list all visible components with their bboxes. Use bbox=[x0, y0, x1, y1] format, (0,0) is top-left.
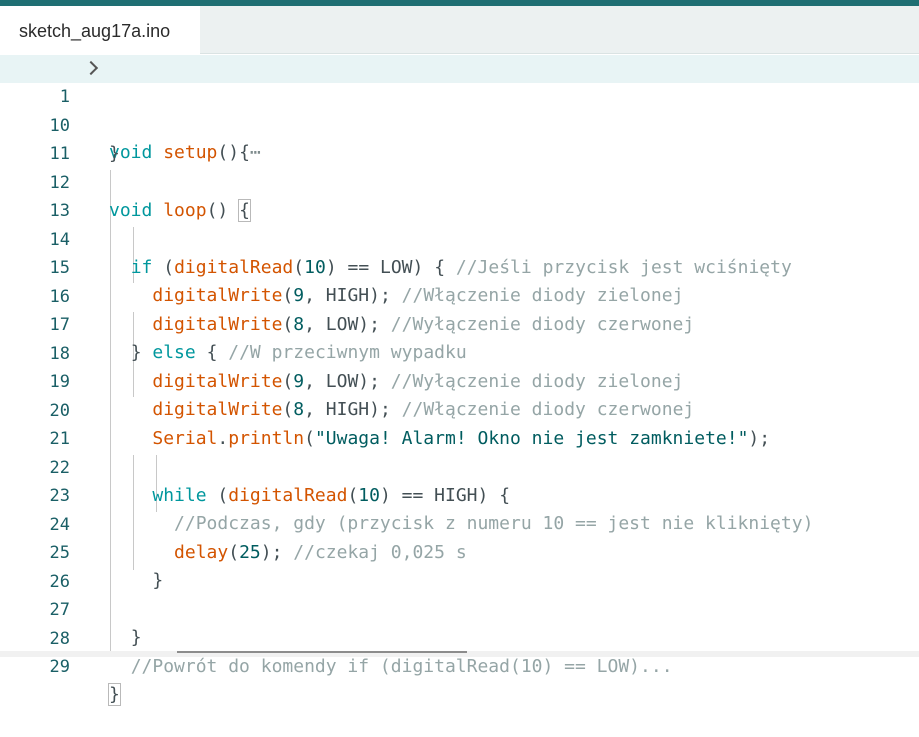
code-line: 23 //Podczas, gdy (przycisk z numeru 10 … bbox=[0, 454, 919, 534]
code-line: 12 void loop() { bbox=[0, 141, 919, 222]
code-line: 25 } bbox=[0, 511, 919, 591]
code-line: 19 digitalWrite(8, HIGH); //Włączenie di… bbox=[0, 340, 919, 420]
code-line: 14 if (digitalRead(10) == LOW) { //Jeśli… bbox=[0, 198, 919, 278]
code-line: 26 bbox=[0, 540, 919, 592]
code-line: 15 digitalWrite(9, HIGH); //Włączenie di… bbox=[0, 226, 919, 306]
code-editor[interactable]: 1 void setup(){⋯ 10 } 11 12 void loop() … bbox=[0, 55, 919, 706]
code-line: 11 bbox=[0, 112, 919, 164]
code-comment: //Powrót do komendy if (digitalRead(10) … bbox=[130, 656, 673, 677]
code-line: 24 delay(25); //czekaj 0,025 s bbox=[0, 483, 919, 563]
tab-label: sketch_aug17a.ino bbox=[19, 21, 171, 41]
code-line: 17 } else { //W przeciwnym wypadku bbox=[0, 283, 919, 363]
tab-sketch-file[interactable]: sketch_aug17a.ino bbox=[0, 6, 200, 54]
matched-bracket: } bbox=[108, 683, 121, 706]
code-line: 28 //Powrót do komendy if (digitalRead(1… bbox=[0, 597, 919, 677]
code-line: 13 bbox=[0, 169, 919, 221]
code-line: 21 bbox=[0, 397, 919, 449]
code-line: 22 while (digitalRead(10) == HIGH) { bbox=[0, 426, 919, 506]
code-line: 27 } bbox=[0, 568, 919, 648]
code-line: 16 digitalWrite(8, LOW); //Wyłączenie di… bbox=[0, 255, 919, 335]
tab-bar: sketch_aug17a.ino bbox=[0, 6, 919, 54]
code-line: 29 } bbox=[0, 625, 919, 706]
chevron-right-icon[interactable] bbox=[83, 60, 99, 76]
line-number: 29 bbox=[49, 657, 70, 677]
code-line: 10 } bbox=[0, 84, 919, 164]
code-line: 20 Serial.println("Uwaga! Alarm! Okno ni… bbox=[0, 369, 919, 449]
horizontal-scrollbar[interactable] bbox=[0, 651, 919, 657]
scrollbar-thumb[interactable] bbox=[177, 651, 467, 653]
code-line: 1 void setup(){⋯ bbox=[0, 55, 919, 163]
code-line: 18 digitalWrite(9, LOW); //Wyłączenie di… bbox=[0, 312, 919, 392]
